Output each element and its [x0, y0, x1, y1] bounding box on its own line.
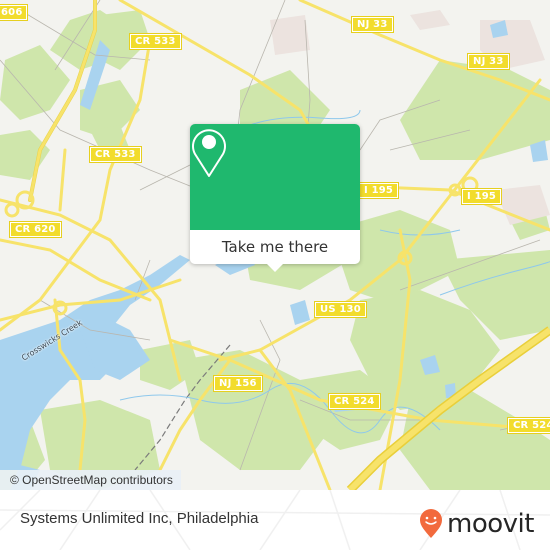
road-label-cr606: 606 — [0, 4, 29, 21]
road-label-nj33-east: NJ 33 — [467, 53, 510, 70]
map[interactable]: 606 CR 533 CR 533 NJ 33 NJ 33 I 195 I 19… — [0, 0, 550, 490]
road-label-i195-east: I 195 — [460, 188, 503, 205]
road-label-cr533-north: CR 533 — [129, 33, 182, 50]
place-title: Systems Unlimited Inc, Philadelphia — [20, 510, 259, 527]
popup-header — [190, 124, 360, 230]
road-label-us130: US 130 — [314, 301, 367, 318]
moovit-wordmark: moovit — [447, 509, 534, 539]
moovit-logo[interactable]: moovit — [419, 509, 534, 539]
road-label-nj33-west: NJ 33 — [351, 16, 394, 33]
map-pin-icon — [192, 129, 226, 177]
road-label-cr524-east: CR 524 — [507, 417, 550, 434]
popup-pointer — [267, 264, 283, 272]
moovit-smile-pin-icon — [420, 509, 442, 538]
take-me-there-button[interactable]: Take me there — [190, 230, 360, 264]
map-attribution[interactable]: © OpenStreetMap contributors — [0, 470, 181, 490]
road-label-i195-west: I 195 — [357, 182, 400, 199]
road-label-cr620: CR 620 — [9, 221, 62, 238]
road-label-nj156: NJ 156 — [213, 375, 263, 392]
location-popup: Take me there — [190, 124, 360, 272]
road-label-cr533-south: CR 533 — [89, 146, 142, 163]
road-label-cr524-west: CR 524 — [328, 393, 381, 410]
